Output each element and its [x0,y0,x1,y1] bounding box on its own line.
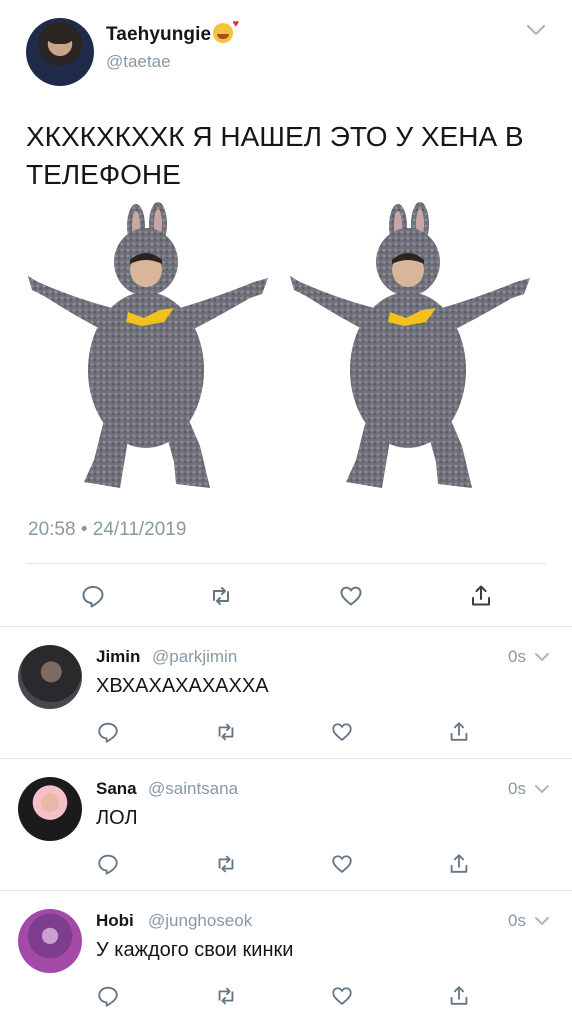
reply-handle[interactable]: @saintsana [148,779,238,799]
reply-time: 0s [508,779,526,798]
reply-text: ЛОЛ [96,807,138,829]
reply-display-name[interactable]: Sana [96,779,137,799]
reply-tweet[interactable]: Jimin @parkjimin 0s ХВХАХАХАХАХХА [0,627,572,759]
tweet-timestamp: 20:58 • 24/11/2019 [28,519,187,540]
main-tweet: Taehyungie @taetae ХКХКХКХХК Я НАШЕЛ ЭТО… [0,0,572,627]
share-button[interactable] [447,852,471,876]
share-button[interactable] [447,720,471,744]
like-button[interactable] [330,720,354,744]
chevron-down-icon[interactable] [534,651,550,663]
retweet-icon [218,855,234,873]
reply-text: У каждого свои кинки [96,939,294,961]
main-display-name[interactable]: Taehyungie [106,18,239,46]
reply-tweet[interactable]: Hobi @junghoseok 0s У каждого свои кинки [0,891,572,1024]
reply-display-name[interactable]: Hobi [96,911,134,931]
reply-button[interactable] [96,984,120,1008]
tweet-text: ХКХКХКХХК Я НАШЕЛ ЭТО У ХЕНА В ТЕЛЕФОНЕ [26,121,524,190]
main-handle[interactable]: @taetae [106,52,171,72]
bunny-costume-image [28,202,268,488]
retweet-button[interactable] [208,583,234,609]
reply-handle[interactable]: @junghoseok [148,911,252,931]
share-button[interactable] [447,984,471,1008]
reply-display-name[interactable]: Jimin [96,647,140,667]
like-button[interactable] [330,984,354,1008]
reply-icon [98,986,118,1007]
share-icon [450,854,468,873]
reply-button[interactable] [80,583,106,609]
tweet-media[interactable] [24,200,548,500]
reply-text: ХВХАХАХАХАХХА [96,675,269,697]
reply-icon [82,586,104,608]
reply-button[interactable] [96,720,120,744]
chevron-down-icon[interactable] [534,915,550,927]
avatar[interactable] [18,645,82,709]
bunny-costume-image [290,202,530,488]
heart-icon [332,855,352,873]
retweet-button[interactable] [214,984,238,1008]
reply-tweet[interactable]: Sana @saintsana 0s ЛОЛ [0,759,572,891]
retweet-button[interactable] [214,852,238,876]
reply-time: 0s [508,911,526,930]
reply-time: 0s [508,647,526,666]
reply-button[interactable] [96,852,120,876]
heart-icon [332,987,352,1005]
retweet-button[interactable] [214,720,238,744]
avatar[interactable] [18,777,82,841]
avatar[interactable] [18,909,82,973]
retweet-icon [213,587,229,605]
reply-handle[interactable]: @parkjimin [152,647,237,667]
chevron-down-icon[interactable] [534,783,550,795]
chevron-down-icon[interactable] [526,22,546,38]
main-avatar[interactable] [26,18,94,86]
retweet-icon [218,987,234,1005]
reply-icon [98,854,118,875]
heart-icon [340,586,362,606]
heart-icon [332,723,352,741]
smiling-face-with-hearts-icon [213,18,239,43]
share-icon [450,722,468,741]
main-display-name-text: Taehyungie [106,24,212,45]
like-button[interactable] [330,852,354,876]
retweet-icon [218,723,234,741]
like-button[interactable] [338,583,364,609]
divider [26,563,546,564]
share-button[interactable] [468,583,494,609]
share-icon [450,986,468,1005]
share-icon [472,585,490,606]
reply-icon [98,722,118,743]
